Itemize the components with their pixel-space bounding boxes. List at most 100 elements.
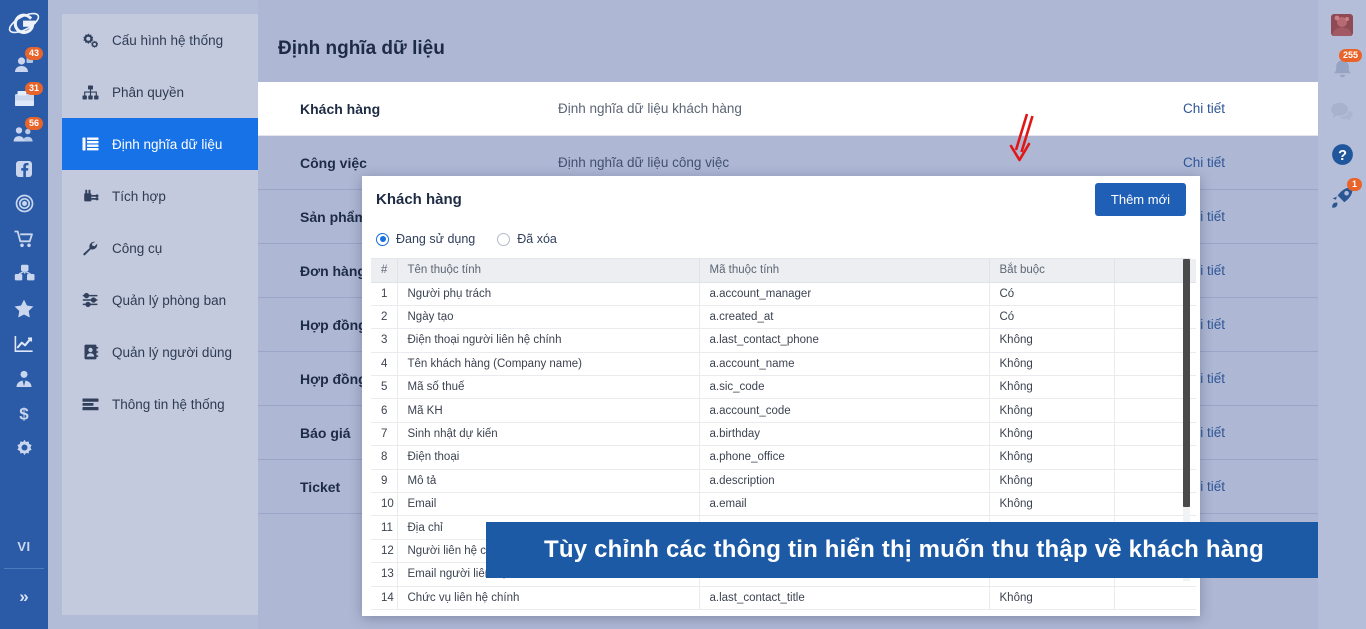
detail-link[interactable]: Chi tiết — [1183, 317, 1318, 332]
sidebar-item-system-config[interactable]: Cấu hình hệ thống — [62, 14, 258, 66]
cell-required: Có — [989, 282, 1115, 306]
cell-required: Không — [989, 398, 1115, 423]
cell-required: Không — [989, 422, 1115, 447]
expand-collapse-icon[interactable]: » — [19, 569, 28, 629]
scrollbar-thumb[interactable] — [1183, 259, 1190, 507]
radio-deleted[interactable]: Đã xóa — [497, 232, 557, 246]
cell-index: 1 — [371, 282, 398, 306]
row-name: Công việc — [300, 154, 367, 171]
cell-required: Không — [989, 375, 1115, 400]
detail-link[interactable]: Chi tiết — [1183, 101, 1318, 116]
badge-count: 56 — [24, 117, 43, 130]
chart-line-icon[interactable] — [4, 326, 44, 361]
cell-code: a.sic_code — [699, 375, 990, 400]
cell-actions[interactable] — [1114, 586, 1196, 610]
cell-index: 14 — [371, 586, 398, 610]
cell-code: a.account_code — [699, 398, 990, 423]
sidebar-item-label: Quản lý người dùng — [112, 344, 232, 360]
radio-indicator-selected[interactable] — [376, 232, 389, 246]
table-row[interactable]: 8 Điện thoại a.phone_office Không — [371, 445, 1196, 470]
detail-link[interactable]: Chi tiết — [1183, 263, 1318, 278]
language-selector[interactable]: VI — [17, 539, 30, 568]
target-icon[interactable] — [4, 186, 44, 221]
help-question-icon[interactable]: ? — [1320, 135, 1364, 173]
bell-notification-icon[interactable]: 255 — [1320, 49, 1364, 87]
cell-name: Email — [397, 492, 700, 517]
rocket-icon[interactable]: 1 — [1320, 178, 1364, 216]
cell-index: 7 — [371, 422, 398, 447]
table-head: # Tên thuộc tính Mã thuộc tính Bắt buộc — [371, 259, 1196, 283]
cell-name: Người phụ trách — [397, 282, 700, 306]
table-row[interactable]: 1 Người phụ trách a.account_manager Có — [371, 282, 1196, 306]
sidebar-item-label: Phân quyền — [112, 84, 185, 100]
cell-name: Chức vụ liên hệ chính — [397, 586, 700, 610]
sliders-icon — [82, 293, 99, 307]
cell-code: a.created_at — [699, 305, 990, 330]
table-row[interactable]: 4 Tên khách hàng (Company name) a.accoun… — [371, 352, 1196, 377]
team-users-icon[interactable]: 56 — [4, 116, 44, 151]
chat-bubble-icon[interactable] — [1320, 92, 1364, 130]
sidebar-item-permissions[interactable]: Phân quyền — [62, 66, 258, 118]
settings-sidebar: Cấu hình hệ thống Phân quyền Định nghĩa … — [48, 0, 258, 629]
cell-code: a.account_manager — [699, 282, 990, 306]
user-contact-icon[interactable]: 43 — [4, 46, 44, 81]
dollar-icon[interactable]: $ — [4, 396, 44, 431]
modal-header: Khách hàng Thêm mới — [362, 176, 1200, 222]
sidebar-item-department-management[interactable]: Quản lý phòng ban — [62, 274, 258, 326]
table-row[interactable]: Khách hàng Định nghĩa dữ liệu khách hàng… — [258, 82, 1318, 136]
detail-link[interactable]: Chi tiết — [1183, 209, 1318, 224]
left-icon-rail: 43 31 56 $ VI » — [0, 0, 48, 629]
cell-required: Không — [989, 328, 1115, 353]
sitemap-icon — [82, 85, 99, 100]
shopping-cart-icon[interactable] — [4, 221, 44, 256]
cell-name: Ngày tạo — [397, 305, 700, 330]
sidebar-item-tools[interactable]: Công cụ — [62, 222, 258, 274]
cell-name: Mã KH — [397, 398, 700, 423]
cell-index: 9 — [371, 469, 398, 494]
cell-index: 2 — [371, 305, 398, 330]
table-row[interactable]: 7 Sinh nhật dự kiến a.birthday Không — [371, 422, 1196, 447]
sidebar-item-label: Cấu hình hệ thống — [112, 32, 224, 48]
facebook-icon[interactable] — [4, 151, 44, 186]
row-description: Định nghĩa dữ liệu công việc — [558, 155, 730, 170]
radio-in-use[interactable]: Đang sử dụng — [376, 232, 475, 246]
row-name: Khách hàng — [300, 100, 381, 117]
sidebar-item-label: Công cụ — [112, 240, 163, 256]
plug-icon — [82, 189, 99, 204]
table-row[interactable]: 6 Mã KH a.account_code Không — [371, 398, 1196, 423]
detail-link[interactable]: Chi tiết — [1183, 371, 1318, 386]
table-row[interactable]: 2 Ngày tạo a.created_at Có — [371, 305, 1196, 330]
cell-code: a.birthday — [699, 422, 990, 447]
inbox-mail-icon[interactable]: 31 — [4, 81, 44, 116]
svg-text:$: $ — [19, 405, 29, 423]
galaxy-logo-icon[interactable] — [4, 4, 44, 46]
person-tie-icon[interactable] — [4, 361, 44, 396]
avatar-icon[interactable] — [1320, 6, 1364, 44]
sidebar-item-data-definition[interactable]: Định nghĩa dữ liệu — [62, 118, 258, 170]
radio-indicator[interactable] — [497, 232, 511, 246]
table-row[interactable]: 3 Điện thoại người liên hệ chính a.last_… — [371, 328, 1196, 353]
cell-code: a.last_contact_title — [699, 586, 990, 610]
table-row[interactable]: 10 Email a.email Không — [371, 492, 1196, 517]
modal-title: Khách hàng — [376, 190, 462, 208]
detail-link[interactable]: Chi tiết — [1183, 155, 1318, 170]
boxes-product-icon[interactable] — [4, 256, 44, 291]
cell-index: 4 — [371, 352, 398, 377]
table-row[interactable]: 5 Mã số thuế a.sic_code Không — [371, 375, 1196, 400]
table-row[interactable]: 14 Chức vụ liên hệ chính a.last_contact_… — [371, 586, 1196, 610]
sidebar-item-label: Quản lý phòng ban — [112, 292, 227, 308]
gear-icon[interactable] — [4, 431, 44, 466]
add-new-button[interactable]: Thêm mới — [1094, 182, 1186, 216]
detail-link[interactable]: Chi tiết — [1183, 425, 1318, 440]
detail-link[interactable]: Chi tiết — [1183, 479, 1318, 494]
cell-index: 11 — [371, 515, 398, 540]
sidebar-item-system-info[interactable]: Thông tin hệ thống — [62, 378, 258, 430]
sidebar-item-integration[interactable]: Tích hợp — [62, 170, 258, 222]
cell-code: a.description — [699, 469, 990, 494]
sidebar-item-user-management[interactable]: Quản lý người dùng — [62, 326, 258, 378]
cell-name: Điện thoại người liên hệ chính — [397, 328, 700, 353]
table-row[interactable]: 9 Mô tả a.description Không — [371, 469, 1196, 494]
cell-required: Không — [989, 352, 1115, 377]
star-icon[interactable] — [4, 291, 44, 326]
col-header-index: # — [371, 259, 398, 283]
